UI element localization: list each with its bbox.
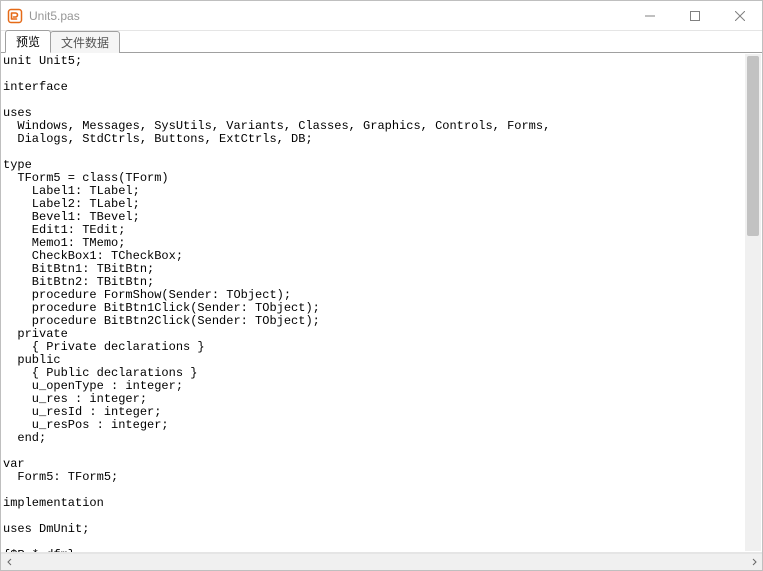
scroll-right-arrow-icon[interactable] [745, 554, 762, 571]
code-content[interactable]: unit Unit5; interface uses Windows, Mess… [3, 55, 744, 553]
code-viewport: unit Unit5; interface uses Windows, Mess… [1, 53, 762, 553]
minimize-button[interactable] [627, 1, 672, 30]
window-controls [627, 1, 762, 31]
tab-filedata[interactable]: 文件数据 [50, 31, 120, 53]
tab-bar: 预览 文件数据 [1, 31, 762, 53]
app-icon [7, 8, 23, 24]
titlebar: Unit5.pas [1, 1, 762, 31]
tab-label: 预览 [16, 35, 40, 49]
maximize-button[interactable] [672, 1, 717, 30]
horizontal-scrollbar[interactable] [1, 553, 762, 570]
tab-preview[interactable]: 预览 [5, 30, 51, 53]
vertical-scrollbar[interactable] [745, 54, 761, 551]
vertical-scrollbar-thumb[interactable] [747, 56, 759, 236]
app-window: Unit5.pas 预览 文件数据 unit Unit5; interface … [0, 0, 763, 571]
tab-label: 文件数据 [61, 36, 109, 50]
window-title: Unit5.pas [29, 9, 80, 23]
close-button[interactable] [717, 1, 762, 30]
content-area: unit Unit5; interface uses Windows, Mess… [1, 53, 762, 570]
scroll-left-arrow-icon[interactable] [1, 554, 18, 571]
